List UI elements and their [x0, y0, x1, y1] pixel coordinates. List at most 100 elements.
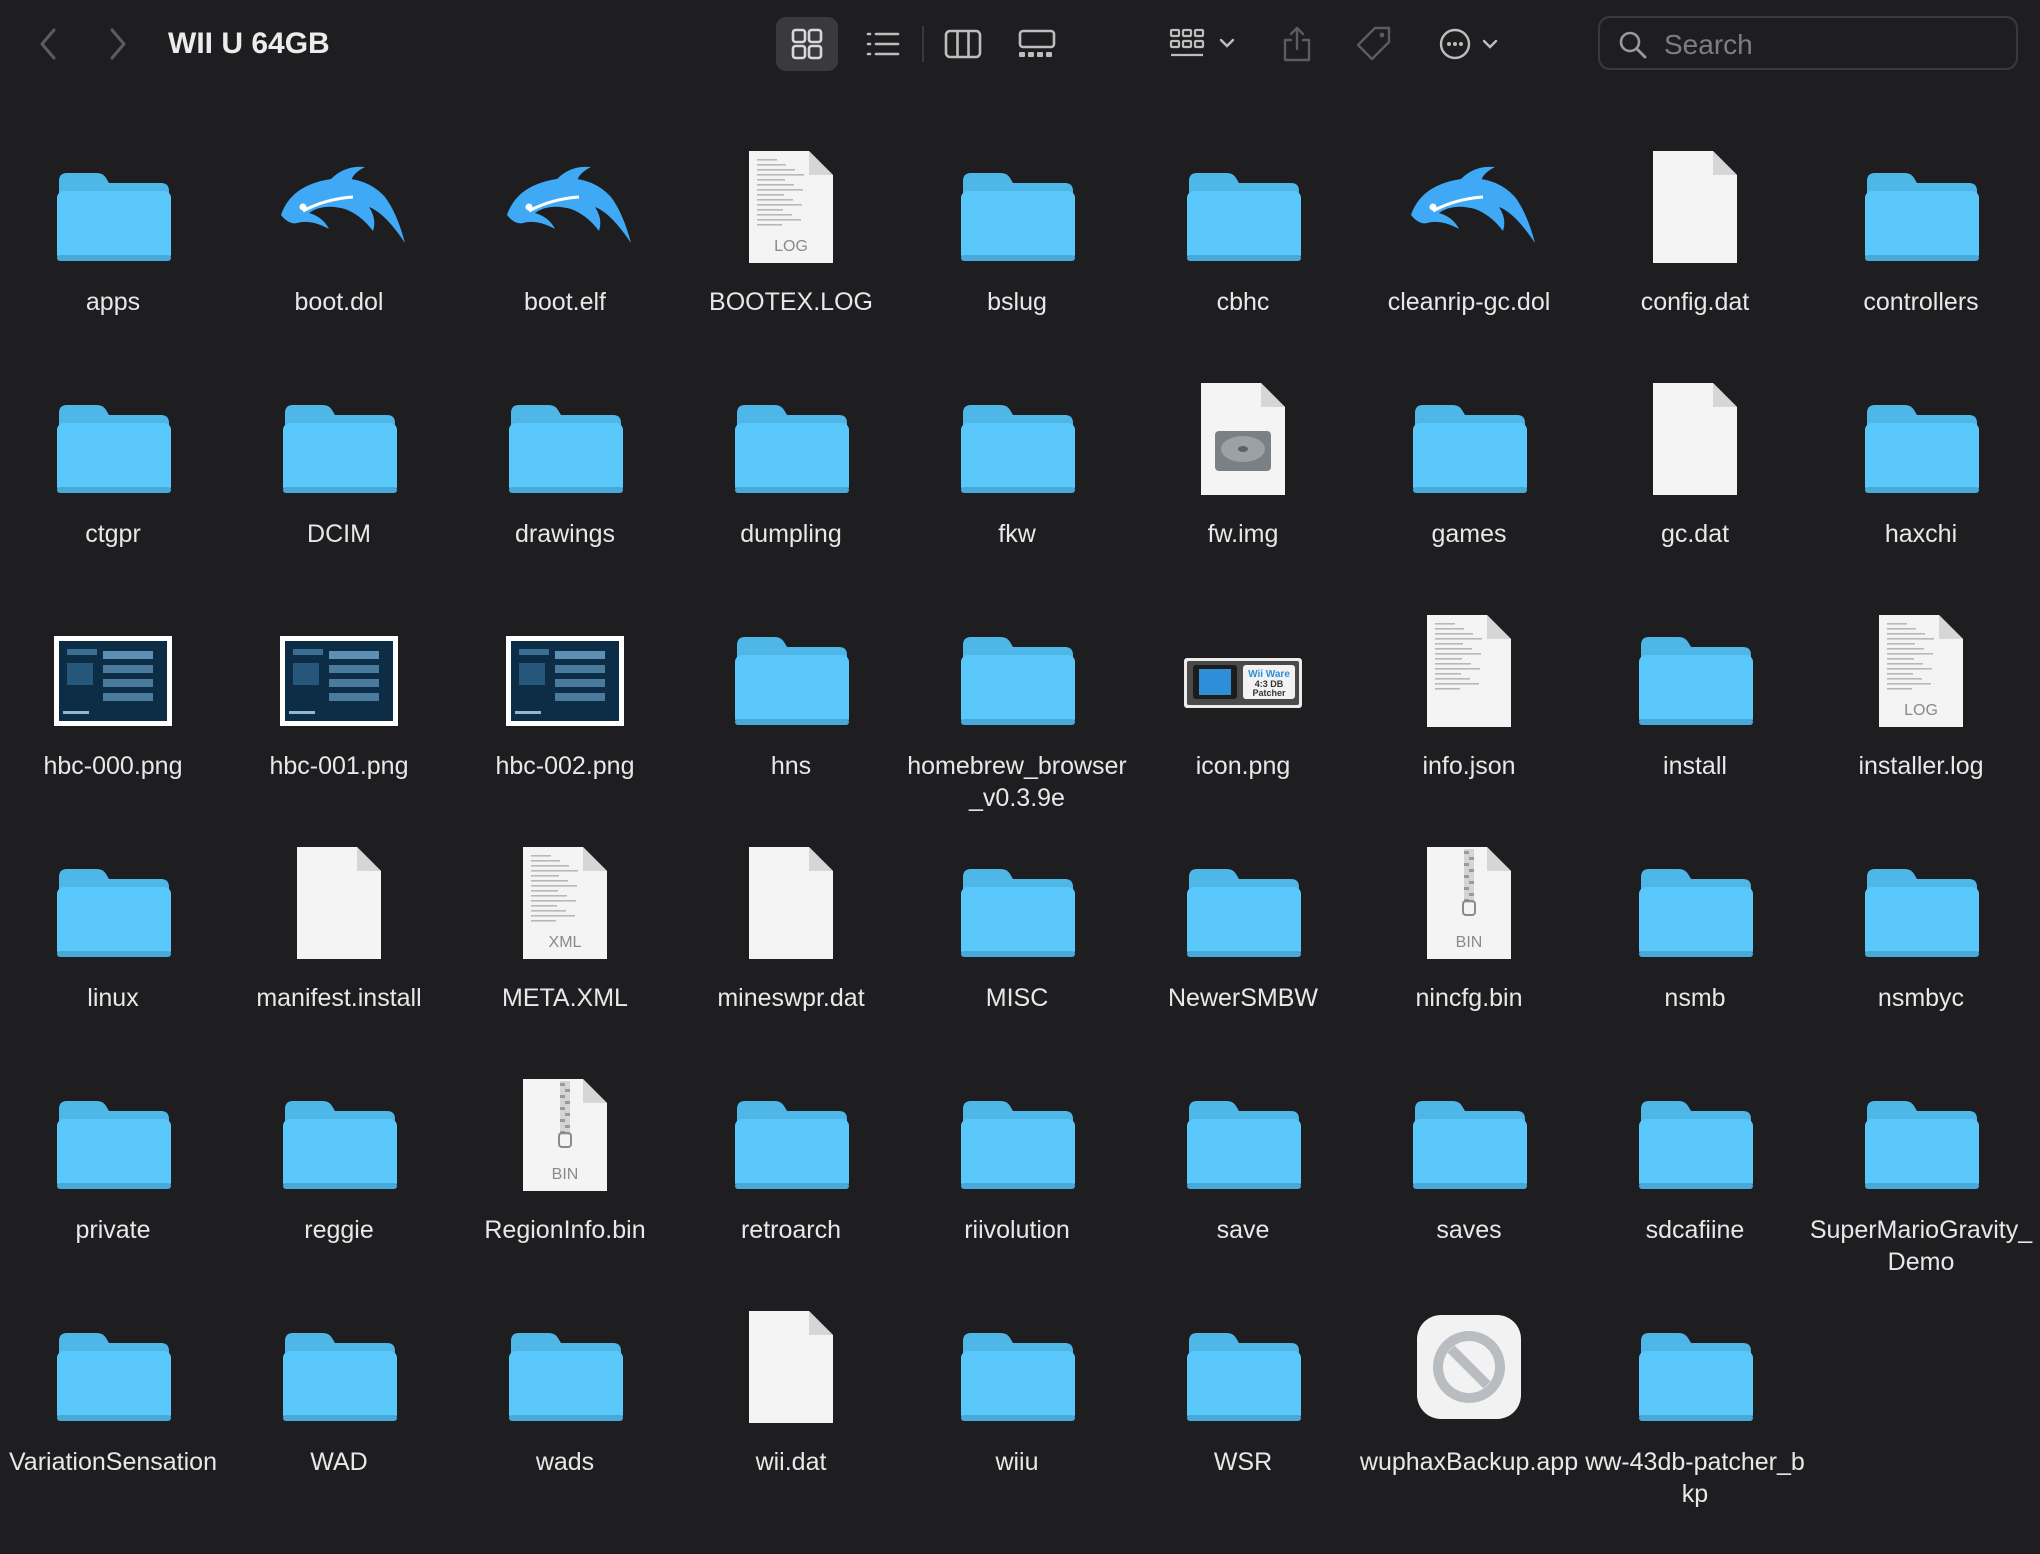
file-item-bslug[interactable]: bslug [904, 130, 1130, 362]
file-item-riivolution[interactable]: riivolution [904, 1058, 1130, 1290]
folder-icon [1173, 1078, 1313, 1208]
file-item-fkw[interactable]: fkw [904, 362, 1130, 594]
file-item-apps[interactable]: apps [0, 130, 226, 362]
blocked-app-icon [1399, 1302, 1539, 1432]
file-name-label: private [75, 1216, 151, 1244]
search-field[interactable] [1598, 16, 2018, 70]
file-item-info-json[interactable]: info.json [1356, 594, 1582, 826]
file-item-private[interactable]: private [0, 1058, 226, 1290]
image-thumbnail-icon [43, 616, 183, 746]
file-item-install[interactable]: install [1582, 594, 1808, 826]
file-item-hns[interactable]: hns [678, 594, 904, 826]
file-item-misc[interactable]: MISC [904, 826, 1130, 1058]
folder-icon [43, 1310, 183, 1440]
search-icon [1619, 31, 1647, 59]
file-item-homebrew-browser-v0-3-9e[interactable]: homebrew_browser_v0.3.9e [904, 594, 1130, 826]
more-actions-button[interactable] [1428, 17, 1512, 71]
file-item-games[interactable]: games [1356, 362, 1582, 594]
forward-button[interactable] [100, 24, 136, 64]
file-item-gc-dat[interactable]: gc.dat [1582, 362, 1808, 594]
file-item-ctgpr[interactable]: ctgpr [0, 362, 226, 594]
dolphin-app-icon [269, 142, 409, 272]
file-name-label: gc.dat [1660, 520, 1730, 548]
chevron-left-icon [40, 28, 56, 60]
document-icon [1399, 606, 1539, 736]
dolphin-app-icon [495, 142, 635, 272]
file-name-label: bslug [987, 288, 1047, 316]
file-item-variationsensation[interactable]: VariationSensation [0, 1290, 226, 1522]
file-item-reggie[interactable]: reggie [226, 1058, 452, 1290]
file-item-sdcafiine[interactable]: sdcafiine [1582, 1058, 1808, 1290]
file-name-label: riivolution [964, 1216, 1070, 1244]
file-name-label: drawings [514, 520, 616, 548]
window-title: WII U 64GB [168, 27, 330, 60]
file-item-nincfg-bin[interactable]: BIN nincfg.bin [1356, 826, 1582, 1058]
back-button[interactable] [30, 24, 66, 64]
list-icon [866, 32, 900, 56]
file-item-mineswpr-dat[interactable]: mineswpr.dat [678, 826, 904, 1058]
file-item-wad[interactable]: WAD [226, 1290, 452, 1522]
file-item-dumpling[interactable]: dumpling [678, 362, 904, 594]
folder-icon [43, 382, 183, 512]
file-item-boot-elf[interactable]: boot.elf [452, 130, 678, 362]
list-view-button[interactable] [852, 17, 914, 71]
file-name-label: NewerSMBW [1167, 984, 1318, 1012]
file-item-saves[interactable]: saves [1356, 1058, 1582, 1290]
tag-button[interactable] [1346, 17, 1402, 71]
group-by-button[interactable] [1160, 17, 1248, 71]
file-item-manifest-install[interactable]: manifest.install [226, 826, 452, 1058]
share-button[interactable] [1272, 17, 1322, 71]
file-item-nsmbyc[interactable]: nsmbyc [1808, 826, 2034, 1058]
document-icon [721, 838, 861, 968]
search-input[interactable] [1662, 24, 2006, 66]
file-item-wii-dat[interactable]: wii.dat [678, 1290, 904, 1522]
file-item-cleanrip-gc-dol[interactable]: cleanrip-gc.dol [1356, 130, 1582, 362]
file-item-fw-img[interactable]: fw.img [1130, 362, 1356, 594]
file-name-label: mineswpr.dat [717, 984, 865, 1012]
file-item-ww-43db-patcher-bkp[interactable]: ww-43db-patcher_bkp [1582, 1290, 1808, 1522]
grid-icon [791, 28, 823, 60]
file-item-retroarch[interactable]: retroarch [678, 1058, 904, 1290]
folder-icon [947, 614, 1087, 744]
file-item-nsmb[interactable]: nsmb [1582, 826, 1808, 1058]
file-item-installer-log[interactable]: LOG installer.log [1808, 594, 2034, 826]
file-name-label: info.json [1422, 752, 1516, 780]
image-thumbnail-icon [269, 616, 409, 746]
column-view-button[interactable] [932, 17, 994, 71]
file-item-wiiu[interactable]: wiiu [904, 1290, 1130, 1522]
file-item-wuphaxbackup-app[interactable]: wuphaxBackup.app [1356, 1290, 1582, 1522]
file-item-linux[interactable]: linux [0, 826, 226, 1058]
file-item-wads[interactable]: wads [452, 1290, 678, 1522]
file-item-bootex-log[interactable]: LOG BOOTEX.LOG [678, 130, 904, 362]
file-name-label: nincfg.bin [1415, 984, 1523, 1012]
file-item-wsr[interactable]: WSR [1130, 1290, 1356, 1522]
gallery-view-button[interactable] [1006, 17, 1068, 71]
file-item-config-dat[interactable]: config.dat [1582, 130, 1808, 362]
file-name-label: apps [85, 288, 141, 316]
file-name-label: sdcafiine [1645, 1216, 1745, 1244]
file-item-icon-png[interactable]: Wii Ware 4:3 DB Patcher icon.png [1130, 594, 1356, 826]
file-item-hbc-002-png[interactable]: hbc-002.png [452, 594, 678, 826]
file-item-supermariogravity-demo[interactable]: SuperMarioGravity_Demo [1808, 1058, 2034, 1290]
file-item-regioninfo-bin[interactable]: BIN RegionInfo.bin [452, 1058, 678, 1290]
file-item-hbc-001-png[interactable]: hbc-001.png [226, 594, 452, 826]
file-item-save[interactable]: save [1130, 1058, 1356, 1290]
file-name-label: RegionInfo.bin [484, 1216, 646, 1244]
folder-icon [269, 382, 409, 512]
file-item-boot-dol[interactable]: boot.dol [226, 130, 452, 362]
file-item-drawings[interactable]: drawings [452, 362, 678, 594]
document-icon [269, 838, 409, 968]
file-item-haxchi[interactable]: haxchi [1808, 362, 2034, 594]
file-name-label: games [1431, 520, 1507, 548]
icon-view-button[interactable] [776, 17, 838, 71]
file-name-label: config.dat [1640, 288, 1750, 316]
file-item-cbhc[interactable]: cbhc [1130, 130, 1356, 362]
file-item-newersmbw[interactable]: NewerSMBW [1130, 826, 1356, 1058]
folder-icon [721, 382, 861, 512]
file-item-meta-xml[interactable]: XML META.XML [452, 826, 678, 1058]
file-name-label: save [1216, 1216, 1270, 1244]
file-item-hbc-000-png[interactable]: hbc-000.png [0, 594, 226, 826]
file-item-dcim[interactable]: DCIM [226, 362, 452, 594]
image-thumbnail-icon [495, 616, 635, 746]
file-item-controllers[interactable]: controllers [1808, 130, 2034, 362]
